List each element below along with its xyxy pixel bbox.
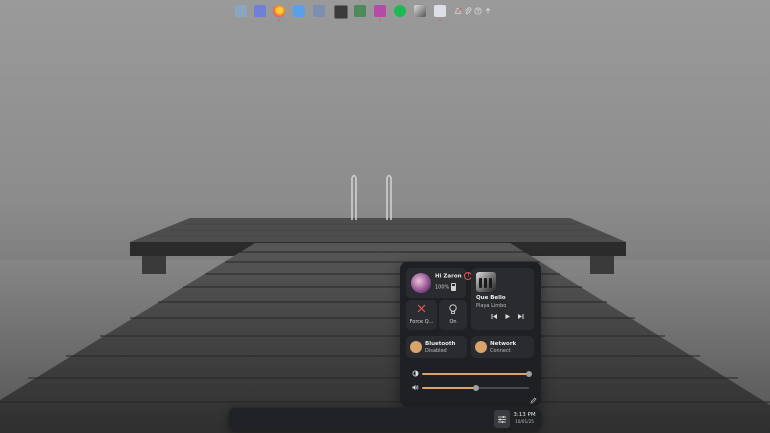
network-title: Network	[490, 341, 517, 347]
desktop-wallpaper	[0, 0, 770, 433]
bluetooth-status: Disabled	[425, 348, 447, 354]
media-artist: Playa Limbo	[476, 303, 507, 309]
brightness-icon	[412, 370, 419, 377]
battery-status: 100%	[435, 283, 457, 291]
taskbar-app-spotify[interactable]	[394, 5, 406, 17]
battery-percent: 100%	[435, 284, 450, 291]
bluetooth-toggle-indicator	[410, 341, 422, 353]
upload-icon[interactable]	[484, 7, 492, 15]
bell-icon[interactable]	[454, 7, 462, 15]
pier-wallpaper-image	[0, 174, 770, 433]
play-icon[interactable]	[504, 313, 511, 320]
taskbar-app-files[interactable]	[235, 5, 247, 17]
taskbar-app-folder[interactable]	[293, 5, 305, 17]
network-status: Connect	[490, 348, 511, 354]
taskbar-app-notes[interactable]	[434, 5, 446, 21]
taskbar-app-image-viewer[interactable]	[313, 5, 325, 17]
next-icon[interactable]	[517, 313, 524, 320]
close-icon	[417, 304, 426, 313]
speaker-icon	[412, 384, 419, 391]
media-title: Que Bello	[476, 295, 506, 301]
volume-slider[interactable]	[412, 384, 529, 392]
bluetooth-title: Bluetooth	[425, 341, 456, 347]
taskbar-app-window[interactable]	[254, 5, 266, 17]
brightness-fill	[422, 373, 529, 375]
media-controls	[491, 313, 524, 320]
bluetooth-tile[interactable]: Bluetooth Disabled	[406, 336, 467, 358]
volume-fill	[422, 387, 476, 389]
user-tile[interactable]: Hi Zaron ! 100%	[406, 268, 473, 298]
taskbar-app-document[interactable]	[374, 5, 386, 21]
volume-track[interactable]	[422, 385, 529, 391]
user-greeting: Hi Zaron !	[435, 272, 473, 280]
night-light-label: On	[449, 319, 457, 325]
taskbar-app-firefox[interactable]	[273, 5, 285, 21]
volume-knob[interactable]	[472, 385, 479, 391]
sliders-icon	[498, 416, 506, 423]
paperclip-icon[interactable]	[464, 7, 472, 15]
taskbar-clock[interactable]: 3:13 PM 10/01/25	[510, 412, 539, 424]
force-quit-label: Force Q...	[409, 319, 434, 325]
clock-time: 3:13 PM	[513, 412, 536, 418]
taskbar-app-inkscape[interactable]	[414, 5, 426, 17]
force-quit-tile[interactable]: Force Q...	[406, 300, 437, 330]
clock-date: 10/01/25	[515, 419, 534, 424]
avatar	[411, 273, 431, 293]
lightbulb-icon	[449, 304, 457, 315]
brightness-knob[interactable]	[526, 371, 532, 377]
brightness-track[interactable]	[422, 371, 532, 377]
night-light-tile[interactable]: On	[439, 300, 467, 330]
brightness-slider[interactable]	[412, 370, 532, 378]
network-toggle-indicator	[475, 341, 487, 353]
user-greeting-text: Hi Zaron	[435, 273, 462, 280]
album-art	[476, 272, 496, 292]
media-player-tile[interactable]: Que Bello Playa Limbo	[471, 268, 534, 330]
help-icon[interactable]	[474, 7, 482, 15]
network-tile[interactable]: Network Connect	[471, 336, 534, 358]
previous-icon[interactable]	[491, 313, 498, 320]
taskbar-app-terminal[interactable]	[334, 5, 348, 19]
edit-icon[interactable]	[530, 397, 537, 404]
battery-icon	[451, 283, 457, 291]
taskbar-app-spreadsheet[interactable]	[354, 5, 366, 17]
quick-settings-toggle[interactable]	[494, 410, 510, 428]
